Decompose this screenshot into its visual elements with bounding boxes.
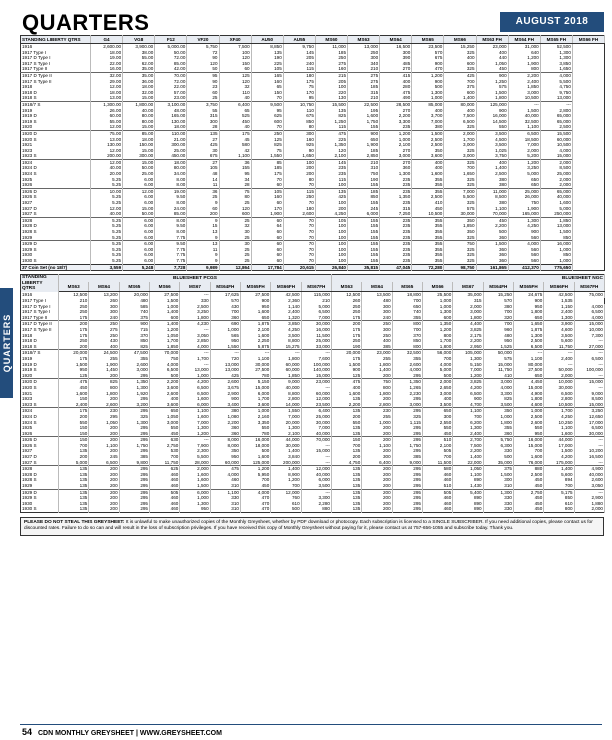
column-header: MS64FH — [210, 282, 241, 293]
column-header: G4 — [90, 35, 124, 44]
price-cell: 880 — [301, 506, 332, 513]
price-cell: 460 — [149, 506, 181, 513]
total-cell: 20,615 — [283, 263, 316, 271]
total-cell: 9,989 — [186, 263, 220, 271]
price-cell: 450 — [513, 506, 545, 513]
column-header: MS64 — [379, 35, 413, 44]
column-header: MS65 FH — [540, 35, 573, 44]
table-header-row: STANDING LIBERTY QTRS G4 VG8 F12 VF20 XF40 AU5… — [20, 35, 606, 44]
column-header: MS64 — [361, 282, 393, 293]
column-header: VG8 — [122, 35, 156, 44]
column-header: MS65 — [119, 282, 150, 293]
column-header: MS66FH — [270, 282, 302, 293]
footer-rule — [20, 724, 602, 725]
column-header: XF40 — [219, 35, 252, 44]
price-cell: 200 — [88, 506, 120, 513]
column-header: MS66 FH — [572, 35, 606, 44]
column-header: MS63 FH — [476, 35, 509, 44]
price-cell: 460 — [422, 506, 454, 513]
table-row: 1930 S 135 200 295 460 950 310 470 500 880 135 200 2… — [20, 506, 605, 513]
bluesheet-group-header-row: STANDING LIBERTY QTRS BLUESHEET PCGS BLU… — [20, 274, 605, 292]
column-header: MS64FH — [483, 282, 514, 293]
price-cell: 800 — [543, 506, 575, 513]
column-header: MS67FH — [301, 282, 332, 293]
totals-label: 37 Coin Set (no 18/7) — [20, 263, 91, 271]
total-cell: 161,865 — [476, 263, 509, 271]
price-cell: 135 — [331, 506, 363, 513]
totals-row: 37 Coin Set (no 18/7) 3,559 5,248 7,728 9,98… — [20, 263, 605, 271]
table-header-row: MS63 MS64 MS65 MS66 MS67 MS64FH MS65FH MS66FH MS… — [21, 282, 605, 293]
total-cell: 775,650 — [540, 263, 573, 271]
page-number: 54 — [22, 727, 33, 737]
page: QUARTERS AUGUST 2018 STANDING LIBERTY QT… — [20, 10, 606, 536]
column-header: MS67FH — [574, 282, 605, 293]
standing-liberty-price-table: STANDING LIBERTY QTRS G4 VG8 F12 VF20 XF40 AU5… — [20, 35, 606, 272]
page-header: QUARTERS AUGUST 2018 — [20, 10, 604, 35]
column-header: AU50 — [251, 35, 284, 44]
total-cell: 5,248 — [122, 263, 156, 271]
total-cell: 35,815 — [347, 263, 381, 271]
column-header: MS66FH — [543, 282, 575, 293]
price-cell: 310 — [210, 506, 241, 513]
total-cell: 98,750 — [443, 263, 477, 271]
column-header: VF20 — [186, 35, 220, 44]
column-header: MS65FH — [240, 282, 272, 293]
total-cell: 412,370 — [508, 263, 541, 271]
column-header: MS63 — [347, 35, 381, 44]
column-header: MS63 — [331, 282, 363, 293]
total-cell: 17,784 — [251, 263, 284, 271]
price-cell: 200 — [361, 506, 393, 513]
column-header: MS60 — [315, 35, 349, 44]
column-header: F12 — [154, 35, 188, 44]
price-cell: 295 — [119, 506, 150, 513]
copyright-notice: PLEASE DO NOT STEAL THIS GREYSHEET: It i… — [20, 517, 604, 536]
column-header: AU55 — [283, 35, 316, 44]
column-header: MS66 — [443, 35, 477, 44]
issue-date-badge: AUGUST 2018 — [500, 12, 604, 32]
column-header: MS66 — [149, 282, 181, 293]
total-cell: 47,045 — [379, 263, 413, 271]
price-cell: 500 — [270, 506, 302, 513]
price-cell: 950 — [179, 506, 211, 513]
series-header: STANDING LIBERTY QTRS — [20, 274, 59, 292]
price-cell: 135 — [58, 506, 90, 513]
column-header: MS66 — [422, 282, 454, 293]
column-header: MS64 FH — [508, 35, 541, 44]
total-cell: 7,728 — [154, 263, 188, 271]
price-cell: 890 — [452, 506, 484, 513]
total-cell: 3,559 — [90, 263, 124, 271]
ngc-group-header: BLUESHEET NGC — [331, 274, 605, 283]
coin-date-cell: 1930 S — [20, 506, 59, 513]
column-header: MS63 — [58, 282, 90, 293]
total-cell: 26,840 — [315, 263, 349, 271]
column-header: MS67 — [179, 282, 211, 293]
page-title: QUARTERS — [22, 10, 150, 35]
pcgs-group-header: BLUESHEET PCGS — [58, 274, 332, 283]
column-header: MS67 — [452, 282, 484, 293]
price-cell: 295 — [392, 506, 423, 513]
price-cell: 330 — [483, 506, 514, 513]
price-cell: 75,000 — [574, 291, 605, 299]
notice-lead: PLEASE DO NOT STEAL THIS GREYSHEET: — [24, 520, 125, 525]
series-header: STANDING LIBERTY QTRS — [20, 35, 91, 44]
footer-text: CDN MONTHLY GREYSHEET | WWW.GREYSHEET.CO… — [37, 730, 222, 737]
price-cell: 470 — [240, 506, 272, 513]
page-footer: 54 CDN MONTHLY GREYSHEET | WWW.GREYSHEET… — [22, 727, 222, 737]
bluesheet-price-table: STANDING LIBERTY QTRS BLUESHEET PCGS BLU… — [20, 274, 605, 513]
price-cell: 2,000 — [574, 506, 605, 513]
total-cell: 72,280 — [411, 263, 445, 271]
column-header: MS65FH — [513, 282, 545, 293]
total-cell: 12,864 — [219, 263, 252, 271]
column-header: MS65 — [411, 35, 445, 44]
column-header: MS65 — [392, 282, 423, 293]
section-side-tab: QUARTERS — [0, 288, 13, 398]
column-header: MS64 — [88, 282, 120, 293]
